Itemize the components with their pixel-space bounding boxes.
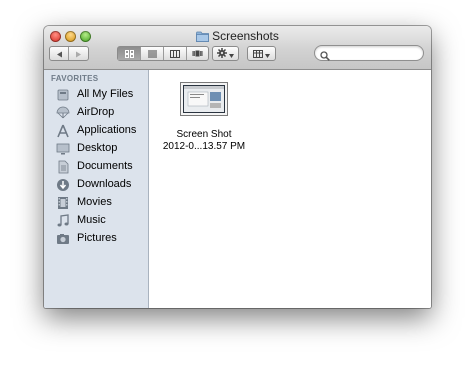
chevron-down-icon	[265, 45, 270, 63]
back-arrow-icon	[56, 45, 63, 63]
sidebar-item-label: Pictures	[77, 232, 117, 244]
sidebar-item-label: Applications	[77, 124, 137, 136]
list-view-icon	[147, 45, 157, 63]
applications-icon	[56, 124, 70, 138]
sidebar-item-label: Documents	[77, 160, 133, 172]
file-browser-area: Screen Shot 2012-0...13.57 PM	[149, 70, 431, 308]
finder-window: Screenshots FAVORITES All My Files AirDr…	[44, 26, 431, 308]
music-icon	[56, 214, 70, 228]
sidebar-item-music[interactable]: Music	[44, 212, 148, 230]
sidebar-item-downloads[interactable]: Downloads	[44, 176, 148, 194]
sidebar-item-label: AirDrop	[77, 106, 115, 118]
arrange-menu-inner	[248, 47, 275, 60]
list-view-button[interactable]	[141, 47, 164, 60]
gear-icon	[217, 45, 227, 63]
action-menu-button[interactable]	[212, 46, 239, 61]
sidebar-item-label: Movies	[77, 196, 112, 208]
desktop-icon	[56, 142, 70, 156]
file-name-line2: 2012-0...13.57 PM	[162, 141, 246, 152]
sidebar-header: FAVORITES	[51, 74, 99, 83]
sidebar-item-documents[interactable]: Documents	[44, 158, 148, 176]
column-view-button[interactable]	[164, 47, 187, 60]
arrange-grid-icon	[253, 45, 263, 63]
action-menu-inner	[213, 47, 238, 60]
downloads-icon	[56, 178, 70, 192]
documents-icon	[56, 160, 70, 174]
sidebar-item-pictures[interactable]: Pictures	[44, 230, 148, 248]
sidebar: FAVORITES All My Files AirDrop Applicati…	[44, 70, 149, 308]
file-name-line1: Screen Shot	[176, 129, 232, 140]
column-view-icon	[170, 45, 180, 63]
coverflow-view-button[interactable]	[187, 47, 208, 60]
view-mode-control	[117, 46, 209, 61]
chevron-down-icon	[229, 45, 234, 63]
search-field[interactable]	[314, 45, 424, 61]
pictures-icon	[56, 232, 70, 246]
icon-view-icon	[124, 45, 134, 63]
sidebar-item-applications[interactable]: Applications	[44, 122, 148, 140]
forward-arrow-icon	[75, 45, 82, 63]
arrange-menu-button[interactable]	[247, 46, 276, 61]
sidebar-item-label: Downloads	[77, 178, 132, 190]
sidebar-item-airdrop[interactable]: AirDrop	[44, 104, 148, 122]
window-title: Screenshots	[212, 29, 279, 43]
sidebar-item-desktop[interactable]: Desktop	[44, 140, 148, 158]
sidebar-item-all-my-files[interactable]: All My Files	[44, 86, 148, 104]
sidebar-item-movies[interactable]: Movies	[44, 194, 148, 212]
back-button[interactable]	[50, 47, 69, 60]
window-title-bar: Screenshots	[44, 28, 431, 46]
sidebar-item-label: Music	[77, 214, 106, 226]
file-item[interactable]: Screen Shot 2012-0...13.57 PM	[149, 70, 259, 160]
search-icon	[320, 48, 330, 66]
toolbar: Screenshots	[44, 26, 431, 70]
all-files-icon	[56, 88, 70, 102]
airdrop-icon	[56, 106, 70, 120]
navigation-buttons	[49, 46, 89, 61]
forward-button[interactable]	[69, 47, 88, 60]
screenshot-thumbnail	[180, 82, 228, 116]
coverflow-view-icon	[192, 45, 203, 63]
icon-view-button[interactable]	[118, 47, 141, 60]
sidebar-item-label: All My Files	[77, 88, 134, 100]
movies-icon	[56, 196, 70, 210]
sidebar-item-label: Desktop	[77, 142, 118, 154]
file-name: Screen Shot 2012-0...13.57 PM	[149, 129, 259, 153]
